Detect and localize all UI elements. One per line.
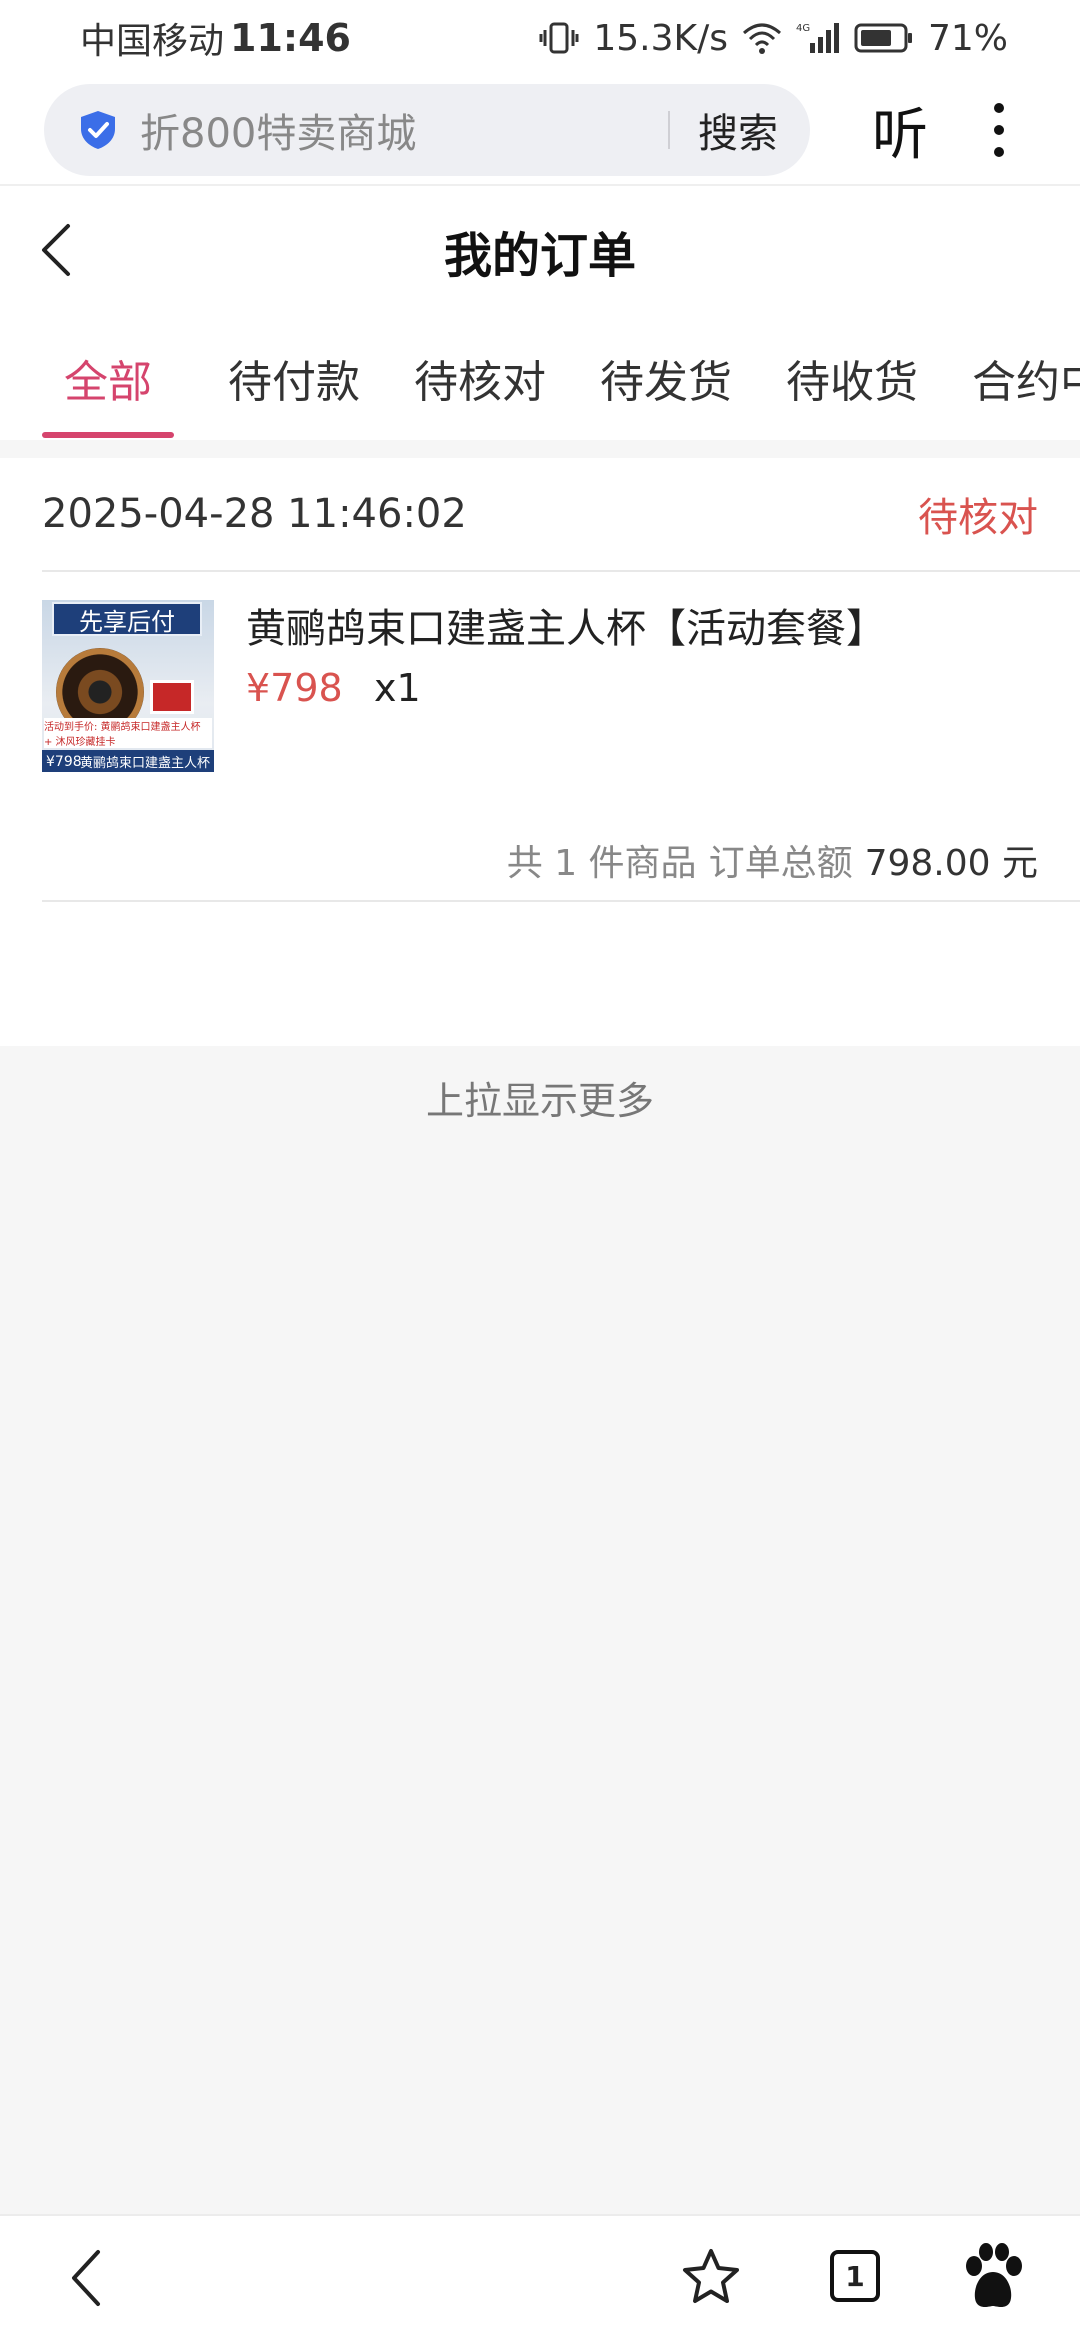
summary-total-label: 订单总额 [708,843,853,884]
address-text[interactable]: 折800特卖商城 [140,101,640,159]
order-tabs: 全部 待付款 待核对 待发货 待收货 合约中 [0,316,1080,440]
load-more-hint: 上拉显示更多 [425,1079,654,1123]
gift-box-image [150,680,194,714]
order-card[interactable]: 2025-04-28 11:46:02 待核对 先享后付 活动到手价: 黄鹂鸪束… [0,458,1080,1046]
thumbnail-price: ¥798 [46,754,82,770]
tab-pending-shipment[interactable]: 待发货 [588,316,744,440]
product-quantity: x1 [374,666,421,710]
address-divider [668,111,670,149]
order-status: 待核对 [918,495,1038,541]
shield-icon [76,108,120,152]
search-button[interactable]: 搜索 [698,101,778,159]
browser-toolbar: 折800特卖商城 搜索 听 [0,76,1080,186]
signal-icon: 4G [796,21,840,55]
browser-bottom-bar: 1 [0,2214,1080,2340]
vibrate-icon [539,20,579,56]
product-price: ¥798 [246,666,343,710]
browser-back-icon[interactable] [66,2246,106,2310]
back-arrow-icon[interactable] [36,220,76,280]
clock-time: 11:46 [230,16,351,60]
tab-all[interactable]: 全部 [42,316,174,440]
tabs-count-button[interactable]: 1 [830,2250,880,2302]
network-tag: 4G [796,23,810,34]
thumbnail-promo: 活动到手价: 黄鹂鸪束口建盏主人杯 + 沐风珍藏挂卡 [44,718,212,748]
battery-level: 71% [927,17,1008,59]
summary-total-value: 798.00 元 [864,843,1038,884]
tab-pending-verification[interactable]: 待核对 [402,316,558,440]
tab-contract[interactable]: 合约中 [960,316,1080,440]
product-title[interactable]: 黄鹂鸪束口建盏主人杯【活动套餐】 [246,596,886,654]
thumbnail-tag: 先享后付 [52,602,202,636]
net-speed: 15.3K/s [593,17,728,59]
product-thumbnail[interactable]: 先享后付 活动到手价: 黄鹂鸪束口建盏主人杯 + 沐风珍藏挂卡 黄鹂鸪束口建盏主… [42,600,214,772]
order-header: 2025-04-28 11:46:02 待核对 [42,458,1080,572]
bookmark-star-icon[interactable] [680,2246,742,2308]
status-icons: 15.3K/s 4G 71% [539,18,1008,59]
active-tab-indicator [42,432,174,438]
listen-button[interactable]: 听 [872,90,928,171]
carrier-label: 中国移动 [80,21,225,62]
divider [42,900,1080,902]
address-bar[interactable]: 折800特卖商城 搜索 [44,84,810,176]
page-title: 我的订单 [443,228,636,284]
more-menu-icon[interactable] [994,103,1004,157]
battery-icon [854,22,914,54]
wifi-icon [742,21,782,55]
status-bar: 中国移动 11:46 15.3K/s 4G 71% [0,0,1080,76]
summary-count: 共 1 件商品 [506,843,697,884]
page-header: 我的订单 [0,186,1080,316]
order-summary: 共 1 件商品 订单总额 798.00 元 [42,820,1038,900]
order-datetime: 2025-04-28 11:46:02 [42,491,467,537]
tab-pending-payment[interactable]: 待付款 [216,316,372,440]
tab-pending-receipt[interactable]: 待收货 [774,316,930,440]
baidu-paw-icon[interactable] [960,2242,1026,2312]
